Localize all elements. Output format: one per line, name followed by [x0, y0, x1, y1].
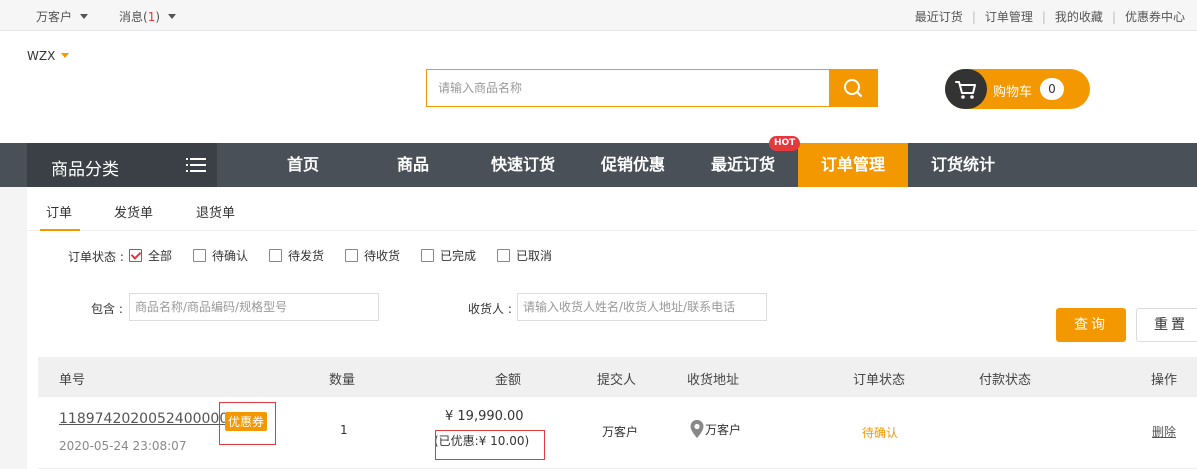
link-order-management[interactable]: 订单管理 [985, 10, 1033, 24]
checkbox-label: 待确认 [212, 249, 249, 263]
chevron-down-icon [80, 14, 89, 19]
status-checkbox-all[interactable]: 全部 [129, 247, 172, 264]
tab-returns[interactable]: 退货单 [196, 202, 235, 221]
user-name: WZX [27, 49, 56, 63]
hot-badge: HOT [769, 136, 801, 151]
cart-button[interactable]: 购物车 0 [945, 69, 1090, 109]
order-status-badge: 待确认 [862, 426, 899, 440]
column-action: 操作 [1151, 373, 1178, 388]
account-menu[interactable]: 万客户 [36, 8, 89, 25]
nav-promotions[interactable]: 促销优惠 [578, 143, 688, 187]
column-amount: 金额 [495, 373, 522, 388]
checkbox-label: 全部 [148, 249, 173, 263]
cart-count-badge: 0 [1040, 78, 1064, 100]
nav-order-management[interactable]: 订单管理 [798, 143, 908, 187]
checkbox-label: 待发货 [288, 249, 325, 263]
order-number-link[interactable]: 11897420200524000003 [59, 411, 237, 427]
chevron-down-icon [168, 14, 177, 19]
column-order-no: 单号 [59, 373, 86, 388]
menu-list-icon [186, 158, 206, 172]
order-submitter: 万客户 [602, 425, 639, 439]
cart-icon [945, 69, 987, 109]
status-filter-label: 订单状态 : [68, 250, 124, 264]
table-row: 11897420200524000003 优惠券 2020-05-24 23:0… [38, 397, 1197, 469]
link-favorites[interactable]: 我的收藏 [1055, 10, 1103, 24]
tab-orders[interactable]: 订单 [46, 202, 72, 221]
order-quantity: 1 [340, 423, 348, 437]
checkbox-label: 已取消 [516, 249, 553, 263]
search-button[interactable] [829, 70, 877, 106]
receiver-input[interactable] [517, 293, 767, 321]
column-address: 收货地址 [687, 373, 740, 388]
top-bar: 万客户 消息(1) 最近订货 | 订单管理 | 我的收藏 | 优惠券中心 [0, 0, 1197, 31]
coupon-highlight-box [219, 402, 276, 445]
link-coupon-center[interactable]: 优惠券中心 [1125, 10, 1185, 24]
checkbox-label: 已完成 [440, 249, 477, 263]
nav-products[interactable]: 商品 [358, 143, 468, 187]
messages-menu[interactable]: 消息(1) [119, 8, 177, 25]
account-name: 万客户 [36, 10, 73, 24]
chevron-down-icon [61, 53, 70, 58]
checkbox-icon [497, 249, 510, 262]
tab-shipments[interactable]: 发货单 [114, 202, 153, 221]
location-pin-icon [690, 420, 704, 438]
contains-label: 包含 : [91, 302, 123, 316]
column-order-status: 订单状态 [853, 373, 906, 388]
category-label: 商品分类 [51, 160, 119, 180]
nav-home[interactable]: 首页 [248, 143, 358, 187]
status-checkbox-pending-ship[interactable]: 待发货 [269, 247, 324, 264]
order-address: 万客户 [689, 419, 741, 439]
search-icon [844, 79, 863, 98]
status-checkbox-pending-receive[interactable]: 待收货 [345, 247, 400, 264]
delete-link[interactable]: 删除 [1152, 423, 1176, 440]
search-input[interactable] [427, 70, 829, 106]
order-tabs: 订单 发货单 退货单 [27, 187, 1197, 231]
table-header: 单号 数量 金额 提交人 收货地址 订单状态 付款状态 操作 [38, 357, 1197, 397]
search-box [426, 69, 878, 107]
status-checkbox-pending-confirm[interactable]: 待确认 [193, 247, 248, 264]
nav-order-stats[interactable]: 订货统计 [908, 143, 1018, 187]
top-links: 最近订货 | 订单管理 | 我的收藏 | 优惠券中心 [914, 10, 1185, 24]
checkbox-icon [193, 249, 206, 262]
main-nav: 商品分类 首页 商品 快速订货 促销优惠 最近订货 订单管理 订货统计 HOT [0, 136, 1197, 187]
checkbox-checked-icon [129, 249, 142, 262]
checkbox-icon [421, 249, 434, 262]
query-button[interactable]: 查询 [1056, 308, 1126, 342]
address-text: 万客户 [705, 423, 742, 437]
status-checkbox-cancelled[interactable]: 已取消 [497, 247, 552, 264]
contains-input[interactable] [129, 293, 379, 321]
column-quantity: 数量 [329, 373, 356, 388]
receiver-label: 收货人 : [468, 302, 512, 316]
status-checkbox-completed[interactable]: 已完成 [421, 247, 476, 264]
column-payment-status: 付款状态 [979, 373, 1032, 388]
cart-label: 购物车 [993, 85, 1033, 100]
active-tab-indicator [40, 229, 80, 231]
checkbox-label: 待收货 [364, 249, 401, 263]
column-submitter: 提交人 [597, 373, 637, 388]
category-menu[interactable]: 商品分类 [27, 143, 217, 187]
header: WZX 购物车 0 [0, 31, 1197, 143]
messages-label: 消息 [119, 10, 144, 24]
order-panel: 订单 发货单 退货单 订单状态 : 全部 待确认 待发货 待收货 已完成 已取消… [27, 187, 1197, 469]
user-menu[interactable]: WZX [27, 49, 70, 63]
discount-highlight-box [435, 430, 545, 460]
order-amount: ¥ 19,990.00 [445, 409, 524, 424]
messages-paren-close: ) [155, 10, 161, 24]
reset-button[interactable]: 重置 [1136, 308, 1197, 342]
checkbox-icon [269, 249, 282, 262]
nav-quick-order[interactable]: 快速订货 [468, 143, 578, 187]
checkbox-icon [345, 249, 358, 262]
link-recent-orders[interactable]: 最近订货 [915, 10, 963, 24]
order-date: 2020-05-24 23:08:07 [59, 439, 187, 453]
